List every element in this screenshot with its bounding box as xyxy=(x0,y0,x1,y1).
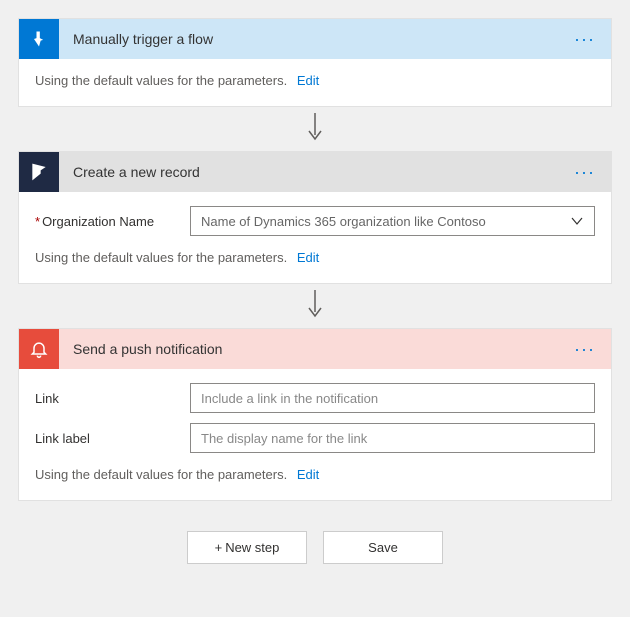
defaults-text: Using the default values for the paramet… xyxy=(35,467,287,482)
chevron-down-icon xyxy=(570,214,584,228)
defaults-text: Using the default values for the paramet… xyxy=(35,73,287,88)
edit-link[interactable]: Edit xyxy=(297,467,319,482)
step-title: Manually trigger a flow xyxy=(59,31,570,47)
edit-link[interactable]: Edit xyxy=(297,250,319,265)
step-body-push-notification: Link Link label Using the default values… xyxy=(19,369,611,500)
manual-trigger-icon xyxy=(19,19,59,59)
connector-arrow xyxy=(18,284,612,328)
more-button[interactable]: ··· xyxy=(570,339,599,360)
step-header-create-record[interactable]: Create a new record ··· xyxy=(19,152,611,192)
step-title: Send a push notification xyxy=(59,341,570,357)
step-card-push-notification: Send a push notification ··· Link Link l… xyxy=(18,328,612,501)
step-body-trigger: Using the default values for the paramet… xyxy=(19,59,611,106)
more-button[interactable]: ··· xyxy=(570,29,599,50)
step-card-trigger: Manually trigger a flow ··· Using the de… xyxy=(18,18,612,107)
step-title: Create a new record xyxy=(59,164,570,180)
save-button[interactable]: Save xyxy=(323,531,443,564)
select-placeholder: Name of Dynamics 365 organization like C… xyxy=(201,214,486,229)
footer-actions: +New step Save xyxy=(18,531,612,564)
link-label-label: Link label xyxy=(35,431,190,446)
connector-arrow xyxy=(18,107,612,151)
bell-icon xyxy=(19,329,59,369)
link-input[interactable] xyxy=(190,383,595,413)
plus-icon: + xyxy=(215,540,223,555)
defaults-text: Using the default values for the paramet… xyxy=(35,250,287,265)
organization-name-label: *Organization Name xyxy=(35,214,190,229)
new-step-button[interactable]: +New step xyxy=(187,531,307,564)
step-header-trigger[interactable]: Manually trigger a flow ··· xyxy=(19,19,611,59)
more-button[interactable]: ··· xyxy=(570,162,599,183)
link-label: Link xyxy=(35,391,190,406)
organization-name-row: *Organization Name Name of Dynamics 365 … xyxy=(35,206,595,236)
link-label-input[interactable] xyxy=(190,423,595,453)
link-row: Link xyxy=(35,383,595,413)
edit-link[interactable]: Edit xyxy=(297,73,319,88)
step-body-create-record: *Organization Name Name of Dynamics 365 … xyxy=(19,192,611,283)
step-card-create-record: Create a new record ··· *Organization Na… xyxy=(18,151,612,284)
dynamics-icon xyxy=(19,152,59,192)
organization-name-select[interactable]: Name of Dynamics 365 organization like C… xyxy=(190,206,595,236)
step-header-push-notification[interactable]: Send a push notification ··· xyxy=(19,329,611,369)
required-indicator: * xyxy=(35,214,40,229)
link-label-row: Link label xyxy=(35,423,595,453)
